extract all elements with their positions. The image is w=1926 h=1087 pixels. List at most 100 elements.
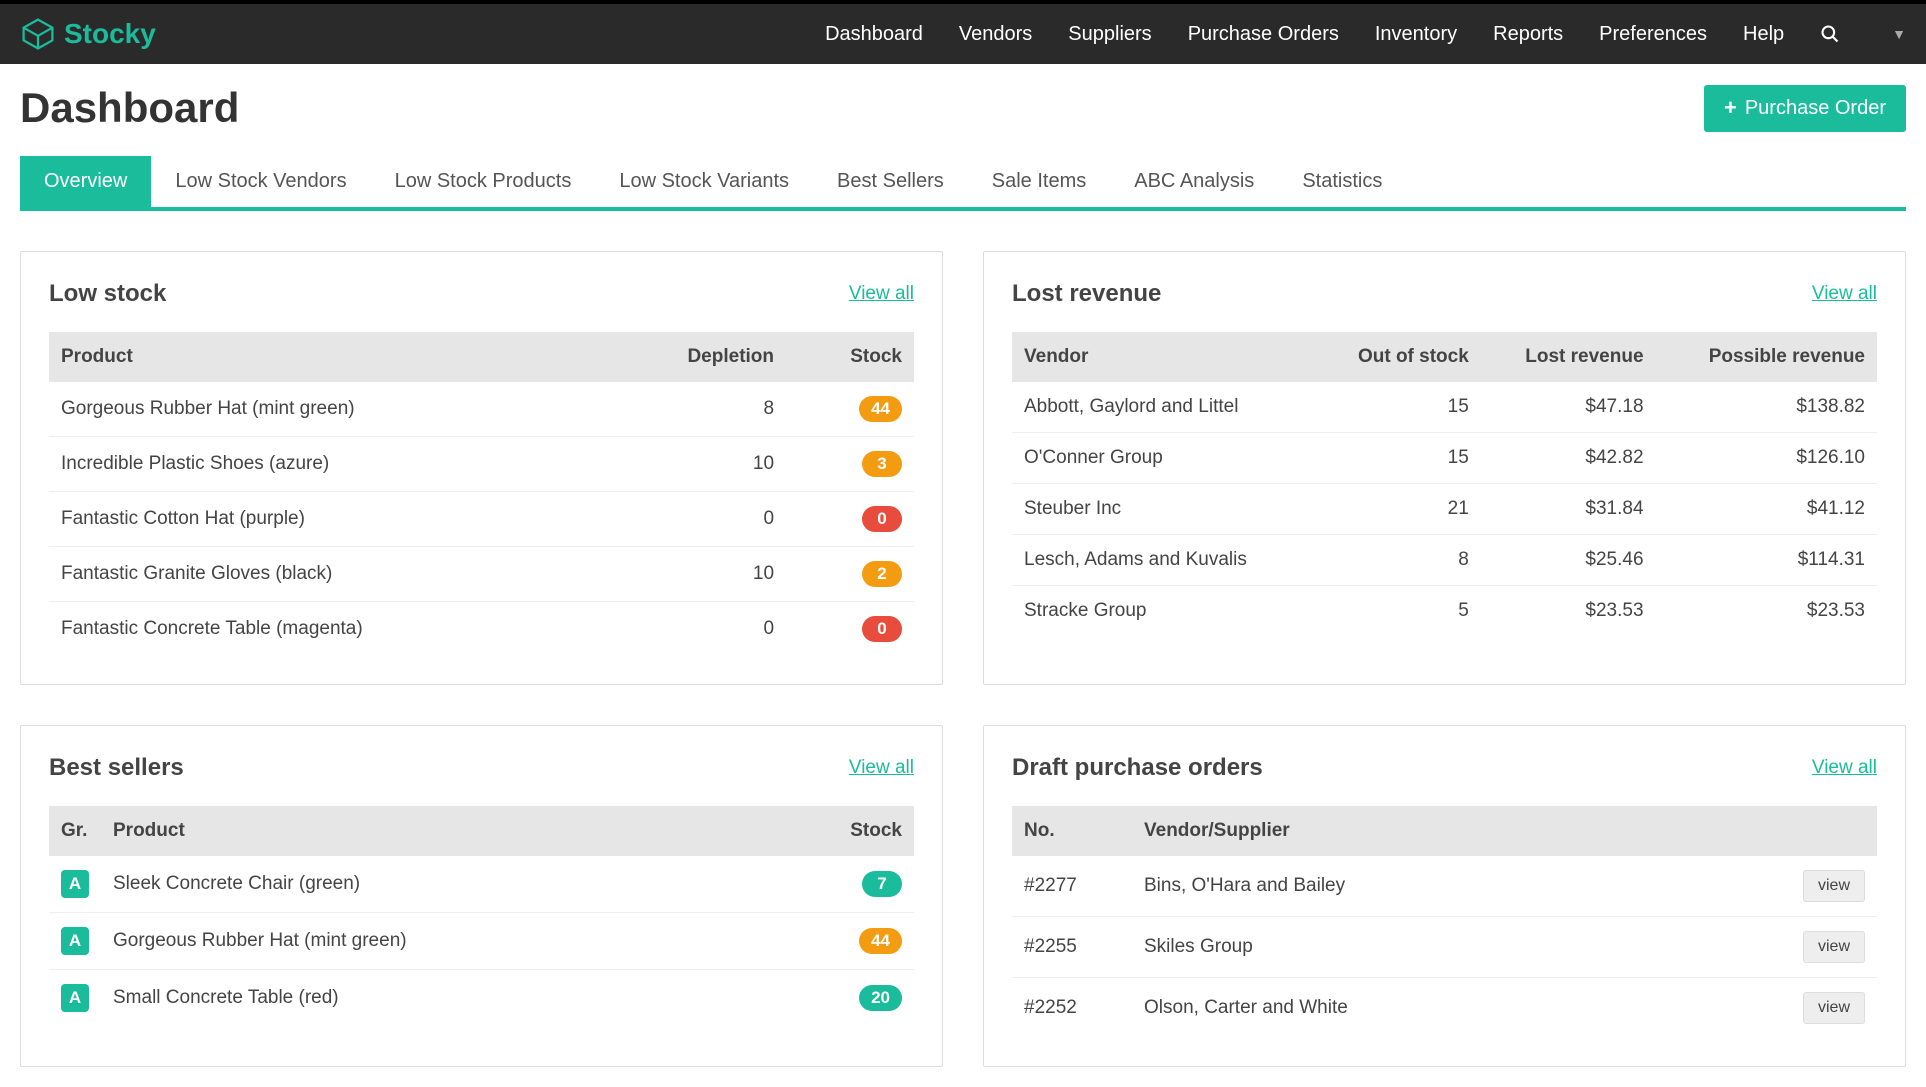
user-menu-caret-icon[interactable]: ▼ bbox=[1892, 26, 1906, 42]
view-button[interactable]: view bbox=[1803, 870, 1865, 902]
col-product: Product bbox=[101, 806, 834, 856]
tab-sale-items[interactable]: Sale Items bbox=[968, 156, 1110, 207]
cell-product: Gorgeous Rubber Hat (mint green) bbox=[49, 382, 599, 437]
col-action bbox=[1791, 806, 1877, 856]
tab-low-stock-products[interactable]: Low Stock Products bbox=[371, 156, 596, 207]
tab-statistics[interactable]: Statistics bbox=[1278, 156, 1406, 207]
view-all-link[interactable]: View all bbox=[849, 283, 914, 305]
page-content: Dashboard + Purchase Order OverviewLow S… bbox=[0, 64, 1926, 1087]
low-stock-table: Product Depletion Stock Gorgeous Rubber … bbox=[49, 332, 914, 656]
cell-action: view bbox=[1791, 917, 1877, 978]
grade-badge: A bbox=[61, 927, 89, 955]
cell-grade: A bbox=[49, 970, 101, 1027]
panel-title: Low stock bbox=[49, 280, 166, 308]
table-row: ASleek Concrete Chair (green)7 bbox=[49, 856, 914, 913]
cell-product: Small Concrete Table (red) bbox=[101, 970, 834, 1027]
view-all-link[interactable]: View all bbox=[849, 757, 914, 779]
new-purchase-order-button[interactable]: + Purchase Order bbox=[1704, 85, 1906, 132]
stock-badge: 2 bbox=[862, 561, 902, 587]
panel-title: Lost revenue bbox=[1012, 280, 1161, 308]
cell-vendor: Bins, O'Hara and Bailey bbox=[1132, 856, 1791, 917]
col-possible-revenue: Possible revenue bbox=[1656, 332, 1877, 382]
stock-badge: 44 bbox=[859, 928, 902, 954]
table-row: AGorgeous Rubber Hat (mint green)44 bbox=[49, 913, 914, 970]
panel-header: Best sellers View all bbox=[49, 754, 914, 782]
best-sellers-table: Gr. Product Stock ASleek Concrete Chair … bbox=[49, 806, 914, 1026]
stock-badge: 0 bbox=[862, 506, 902, 532]
cell-stock: 0 bbox=[786, 602, 914, 657]
main-nav: Dashboard Vendors Suppliers Purchase Ord… bbox=[825, 23, 1906, 46]
grade-badge: A bbox=[61, 870, 89, 898]
cell-stock: 0 bbox=[786, 492, 914, 547]
table-row: Fantastic Concrete Table (magenta)00 bbox=[49, 602, 914, 657]
cell-stock: 20 bbox=[834, 970, 914, 1027]
nav-purchase-orders[interactable]: Purchase Orders bbox=[1188, 23, 1339, 46]
col-product: Product bbox=[49, 332, 599, 382]
box-icon bbox=[20, 16, 56, 52]
col-grade: Gr. bbox=[49, 806, 101, 856]
cell-product: Fantastic Cotton Hat (purple) bbox=[49, 492, 599, 547]
cell-stock: 44 bbox=[786, 382, 914, 437]
cell-lost-revenue: $42.82 bbox=[1481, 433, 1656, 484]
nav-reports[interactable]: Reports bbox=[1493, 23, 1563, 46]
tab-low-stock-variants[interactable]: Low Stock Variants bbox=[595, 156, 813, 207]
cell-grade: A bbox=[49, 856, 101, 913]
table-row: Fantastic Cotton Hat (purple)00 bbox=[49, 492, 914, 547]
cell-possible-revenue: $138.82 bbox=[1656, 382, 1877, 433]
stock-badge: 0 bbox=[862, 616, 902, 642]
cell-possible-revenue: $23.53 bbox=[1656, 586, 1877, 637]
cell-lost-revenue: $23.53 bbox=[1481, 586, 1656, 637]
cell-no: #2255 bbox=[1012, 917, 1132, 978]
tab-abc-analysis[interactable]: ABC Analysis bbox=[1110, 156, 1278, 207]
tab-best-sellers[interactable]: Best Sellers bbox=[813, 156, 968, 207]
cell-stock: 7 bbox=[834, 856, 914, 913]
cell-vendor: Steuber Inc bbox=[1012, 484, 1315, 535]
view-button[interactable]: view bbox=[1803, 992, 1865, 1024]
nav-dashboard[interactable]: Dashboard bbox=[825, 23, 923, 46]
table-row: #2255Skiles Groupview bbox=[1012, 917, 1877, 978]
cell-depletion: 8 bbox=[599, 382, 786, 437]
table-row: Lesch, Adams and Kuvalis8$25.46$114.31 bbox=[1012, 535, 1877, 586]
cell-product: Fantastic Granite Gloves (black) bbox=[49, 547, 599, 602]
nav-help[interactable]: Help bbox=[1743, 23, 1784, 46]
table-row: Gorgeous Rubber Hat (mint green)844 bbox=[49, 382, 914, 437]
panels-grid: Low stock View all Product Depletion Sto… bbox=[20, 251, 1906, 1067]
table-row: Fantastic Granite Gloves (black)10 2 bbox=[49, 547, 914, 602]
cell-product: Fantastic Concrete Table (magenta) bbox=[49, 602, 599, 657]
table-row: Stracke Group5$23.53$23.53 bbox=[1012, 586, 1877, 637]
cell-product: Incredible Plastic Shoes (azure) bbox=[49, 437, 599, 492]
panel-title: Draft purchase orders bbox=[1012, 754, 1263, 782]
logo-text: Stocky bbox=[64, 18, 156, 50]
view-all-link[interactable]: View all bbox=[1812, 283, 1877, 305]
cell-depletion: 10 bbox=[599, 437, 786, 492]
cell-vendor: O'Conner Group bbox=[1012, 433, 1315, 484]
col-stock: Stock bbox=[834, 806, 914, 856]
table-row: Incredible Plastic Shoes (azure)103 bbox=[49, 437, 914, 492]
cell-possible-revenue: $126.10 bbox=[1656, 433, 1877, 484]
nav-inventory[interactable]: Inventory bbox=[1375, 23, 1457, 46]
tab-low-stock-vendors[interactable]: Low Stock Vendors bbox=[151, 156, 370, 207]
logo[interactable]: Stocky bbox=[20, 16, 156, 52]
best-sellers-panel: Best sellers View all Gr. Product Stock … bbox=[20, 725, 943, 1067]
tab-overview[interactable]: Overview bbox=[20, 156, 151, 207]
stock-badge: 7 bbox=[862, 871, 902, 897]
cell-depletion: 10 bbox=[599, 547, 786, 602]
dashboard-tabs: OverviewLow Stock VendorsLow Stock Produ… bbox=[20, 156, 1906, 211]
col-out-of-stock: Out of stock bbox=[1315, 332, 1481, 382]
view-all-link[interactable]: View all bbox=[1812, 757, 1877, 779]
cell-no: #2277 bbox=[1012, 856, 1132, 917]
col-vendor: Vendor/Supplier bbox=[1132, 806, 1791, 856]
lost-revenue-panel: Lost revenue View all Vendor Out of stoc… bbox=[983, 251, 1906, 685]
nav-preferences[interactable]: Preferences bbox=[1599, 23, 1707, 46]
view-button[interactable]: view bbox=[1803, 931, 1865, 963]
panel-title: Best sellers bbox=[49, 754, 184, 782]
cell-vendor: Lesch, Adams and Kuvalis bbox=[1012, 535, 1315, 586]
search-icon[interactable] bbox=[1820, 24, 1840, 44]
col-depletion: Depletion bbox=[599, 332, 786, 382]
purchase-order-button-label: Purchase Order bbox=[1745, 97, 1886, 120]
nav-suppliers[interactable]: Suppliers bbox=[1068, 23, 1151, 46]
cell-vendor: Abbott, Gaylord and Littel bbox=[1012, 382, 1315, 433]
nav-vendors[interactable]: Vendors bbox=[959, 23, 1032, 46]
cell-lost-revenue: $31.84 bbox=[1481, 484, 1656, 535]
cell-vendor: Stracke Group bbox=[1012, 586, 1315, 637]
